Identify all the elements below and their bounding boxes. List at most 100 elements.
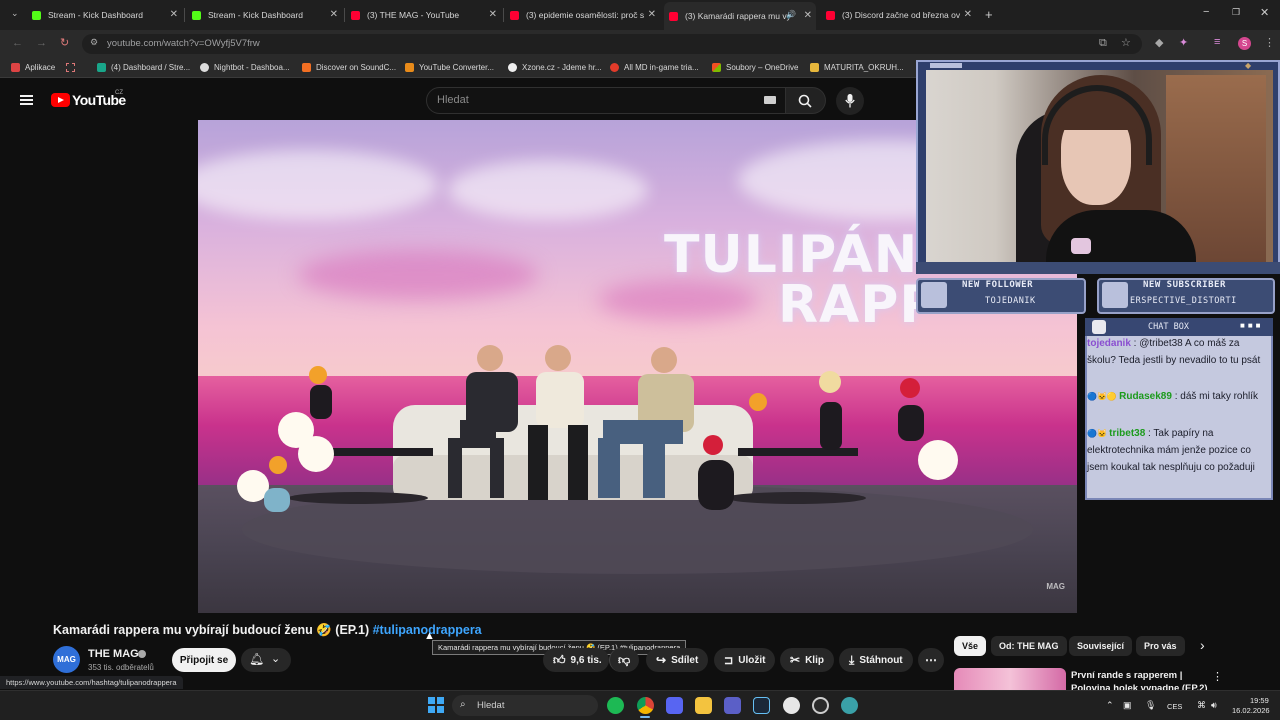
- extensions-puzzle-icon[interactable]: ✦: [1179, 36, 1188, 49]
- chat-username: tojedanik: [1087, 338, 1131, 349]
- apps-icon: [11, 63, 20, 72]
- chat-message: 🔵🐱 tribet38 : Tak papíry na elektrotechn…: [1087, 425, 1271, 476]
- tab-title: Stream - Kick Dashboard: [48, 10, 143, 20]
- bookmark-item[interactable]: Xzone.cz - Jdeme hr...: [508, 63, 602, 72]
- chip-all[interactable]: Vše: [954, 636, 987, 656]
- download-icon: ⤓: [849, 652, 855, 667]
- channel-name[interactable]: THE MAG: [88, 648, 139, 660]
- clip-button[interactable]: ✂ Klip: [780, 648, 834, 672]
- download-button[interactable]: ⤓ Stáhnout: [839, 648, 913, 672]
- new-tab-icon[interactable]: +: [985, 7, 993, 22]
- ccleaner-icon[interactable]: [812, 697, 829, 714]
- bookmark-item[interactable]: Soubory – OneDrive: [712, 63, 798, 72]
- browser-tab-active[interactable]: (3) Kamarádi rappera mu vy 🔊 ✕: [664, 2, 816, 30]
- bookmark-item[interactable]: All MD in-game tria...: [610, 63, 699, 72]
- chip-from-channel[interactable]: Od: THE MAG: [991, 636, 1067, 656]
- bookmark-item[interactable]: MATURITA_OKRUH...: [810, 63, 904, 72]
- maximize-icon[interactable]: ❐: [1232, 7, 1240, 18]
- bookmark-label: (4) Dashboard / Stre...: [111, 63, 191, 72]
- share-button[interactable]: ↪ Sdílet: [646, 648, 709, 672]
- close-tab-icon[interactable]: ✕: [648, 9, 656, 20]
- network-icon[interactable]: ⌘: [1197, 700, 1206, 711]
- bookmark-item[interactable]: (4) Dashboard / Stre...: [97, 63, 190, 72]
- tray-mic-icon[interactable]: 🎙︎: [1145, 700, 1156, 711]
- volume-icon[interactable]: 🔊︎: [1211, 700, 1217, 711]
- bookmark-star-icon[interactable]: ☆: [1121, 36, 1131, 49]
- clip-label: Klip: [805, 654, 824, 666]
- app-globe-icon[interactable]: [841, 697, 858, 714]
- folder-icon: [810, 63, 819, 72]
- browser-tab[interactable]: Stream - Kick Dashboard ✕: [32, 4, 178, 26]
- bookmark-item[interactable]: YouTube Converter...: [405, 63, 494, 72]
- suggested-video-title-line1[interactable]: První rande s rapperem |: [1071, 670, 1182, 681]
- voice-search-button[interactable]: [836, 87, 864, 115]
- bookmark-label: Discover on SoundC...: [316, 63, 397, 72]
- more-actions-button[interactable]: ⋯: [918, 648, 944, 672]
- close-tab-icon[interactable]: ✕: [330, 9, 338, 20]
- address-bar-url[interactable]: youtube.com/watch?v=OWyfj5V7frw: [107, 38, 260, 49]
- bookmark-item[interactable]: Nightbot - Dashboa...: [200, 63, 290, 72]
- browser-tab[interactable]: Stream - Kick Dashboard ✕: [192, 4, 338, 26]
- save-button[interactable]: ⊐ Uložit: [714, 648, 776, 672]
- windows-start-icon[interactable]: [428, 697, 444, 713]
- tray-overflow-icon[interactable]: ⌃: [1106, 700, 1114, 711]
- grid-icon[interactable]: [66, 63, 75, 72]
- minimize-icon[interactable]: −: [1203, 6, 1209, 18]
- discord-icon[interactable]: [666, 697, 683, 714]
- download-label: Stáhnout: [859, 654, 903, 666]
- search-button[interactable]: [786, 87, 826, 114]
- input-language[interactable]: CES: [1167, 702, 1182, 711]
- tab-list-chevron-icon[interactable]: ⌄: [11, 8, 19, 19]
- notification-bell-button[interactable]: 🔔︎ ⌄: [241, 648, 291, 672]
- youtube-logo-icon[interactable]: [51, 93, 70, 107]
- spotify-icon[interactable]: [607, 697, 624, 714]
- site-info-icon[interactable]: ⚙: [90, 37, 98, 48]
- like-button[interactable]: 👍︎ 9,6 tis.: [543, 648, 609, 672]
- chip-for-you[interactable]: Pro vás: [1136, 636, 1185, 656]
- extension-icon[interactable]: ◆: [1155, 36, 1163, 49]
- close-tab-icon[interactable]: ✕: [964, 9, 972, 20]
- close-window-icon[interactable]: ✕: [1260, 6, 1269, 19]
- browser-menu-icon[interactable]: ⋮: [1264, 36, 1275, 49]
- search-input[interactable]: [426, 87, 786, 114]
- app-icon[interactable]: [783, 697, 800, 714]
- profile-avatar-icon[interactable]: S: [1238, 37, 1251, 50]
- suggested-video-menu-icon[interactable]: ⋮: [1212, 670, 1223, 683]
- share-icon: ↪: [656, 653, 667, 667]
- tab-title: (3) epidemie osamělosti: proč s: [526, 10, 645, 20]
- join-button[interactable]: Připojit se: [172, 648, 236, 672]
- playlist-icon[interactable]: ≡: [1214, 36, 1220, 48]
- browser-tab[interactable]: (3) Discord začne od března ov ✕: [826, 4, 972, 26]
- chips-next-icon[interactable]: ›: [1200, 637, 1205, 653]
- clock-time[interactable]: 19:59: [1250, 696, 1269, 705]
- close-tab-icon[interactable]: ✕: [804, 10, 812, 21]
- reload-icon[interactable]: ↻: [60, 36, 69, 49]
- chrome-icon[interactable]: [637, 697, 654, 714]
- keyboard-icon[interactable]: [764, 96, 776, 104]
- steam-icon[interactable]: [753, 697, 770, 714]
- channel-avatar[interactable]: MAG: [53, 646, 80, 673]
- file-explorer-icon[interactable]: [695, 697, 712, 714]
- forward-icon[interactable]: →: [36, 37, 47, 49]
- close-tab-icon[interactable]: ✕: [489, 9, 497, 20]
- audio-playing-icon[interactable]: 🔊: [786, 10, 796, 19]
- tab-divider: [344, 8, 345, 22]
- cast-icon[interactable]: ⧉: [1099, 37, 1107, 50]
- suggested-video-title-line2[interactable]: Polovina holek vypadne (EP.2): [1071, 683, 1208, 690]
- bookmark-item[interactable]: Aplikace: [11, 63, 55, 72]
- dislike-button[interactable]: 👎︎: [609, 648, 639, 672]
- menu-hamburger-icon[interactable]: [20, 95, 33, 105]
- tray-app-icon[interactable]: ▣: [1123, 700, 1132, 711]
- kick-icon: [192, 10, 201, 20]
- chip-related[interactable]: Související: [1069, 636, 1133, 656]
- teams-icon[interactable]: [724, 697, 741, 714]
- bookmark-item[interactable]: Discover on SoundC...: [302, 63, 396, 72]
- clock-date[interactable]: 16.02.2026: [1232, 706, 1270, 715]
- close-tab-icon[interactable]: ✕: [170, 9, 178, 20]
- verified-badge-icon: [138, 650, 146, 658]
- suggested-video-thumbnail[interactable]: [954, 668, 1066, 690]
- taskbar-search-box[interactable]: [452, 695, 598, 716]
- browser-tab[interactable]: (3) epidemie osamělosti: proč s ✕: [510, 4, 656, 26]
- browser-tab[interactable]: (3) THE MAG - YouTube ✕: [351, 4, 497, 26]
- back-icon[interactable]: ←: [12, 37, 23, 49]
